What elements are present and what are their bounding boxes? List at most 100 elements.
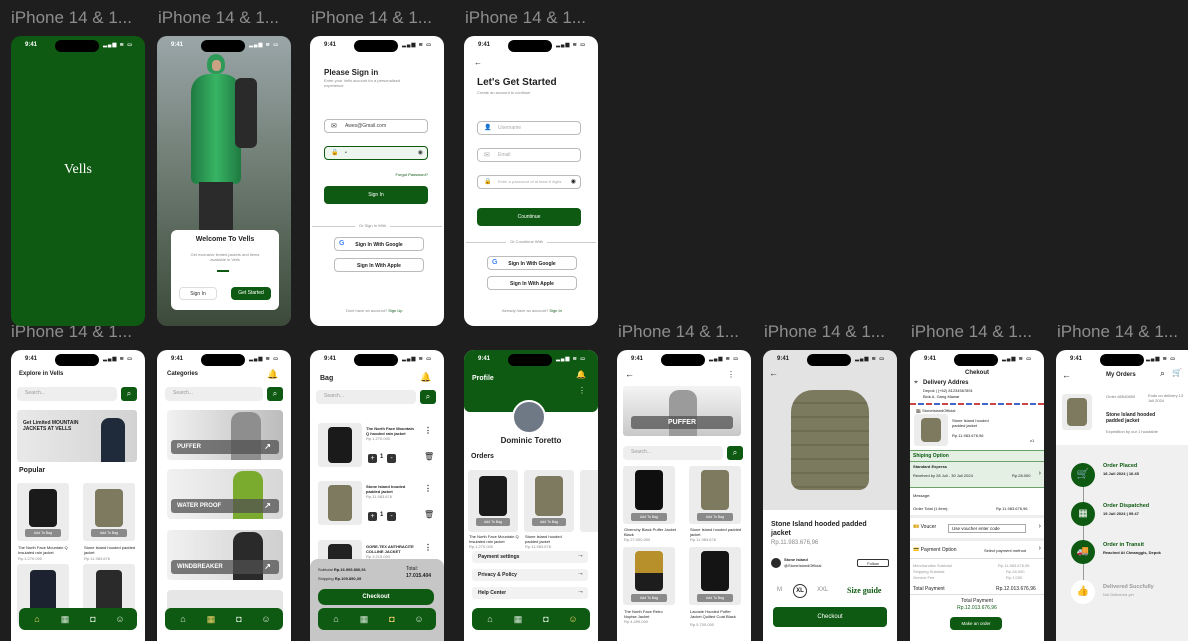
profile-icon[interactable]: ☺ (567, 613, 579, 625)
bag-icon[interactable]: ◘ (386, 613, 398, 625)
add-to-bag-button[interactable]: Add To Bag (532, 518, 566, 526)
username-field[interactable]: 👤 Username (477, 121, 581, 135)
avatar[interactable] (512, 400, 546, 434)
sign-in-button[interactable]: Sign In (324, 186, 428, 204)
back-arrow-icon[interactable]: ← (1062, 370, 1071, 380)
size-option-m[interactable]: M (777, 587, 782, 593)
sign-in-link[interactable]: Sign In (549, 308, 561, 313)
more-icon[interactable]: ⋮ (424, 484, 432, 493)
back-arrow-icon[interactable]: ← (474, 58, 482, 67)
google-sign-in-button[interactable]: G Sign In With Google (334, 237, 424, 251)
sign-in-button[interactable]: Sign In (179, 287, 217, 300)
menu-privacy-policy[interactable]: Privacy & Policy → (472, 569, 588, 581)
trash-icon[interactable]: 🗑 (424, 510, 434, 519)
order-card[interactable]: Add To Bag (524, 470, 574, 532)
make-order-button[interactable]: Make an order (950, 617, 1002, 630)
search-input[interactable]: Search... (165, 387, 263, 401)
get-started-button[interactable]: Get Started (231, 287, 271, 300)
plus-button[interactable]: + (368, 454, 377, 463)
grid-icon[interactable]: ▦ (358, 613, 370, 625)
more-icon[interactable]: ⋮ (578, 386, 586, 395)
google-sign-in-button[interactable]: G Sign In With Google (487, 256, 577, 270)
back-arrow-icon[interactable]: ← (769, 368, 778, 378)
grid-icon[interactable]: ▦ (512, 613, 524, 625)
email-field[interactable]: ✉ Email (477, 148, 581, 162)
product-price: Rp.1.270.000 (18, 556, 43, 561)
add-to-bag-button[interactable]: Add To Bag (631, 594, 667, 602)
plus-button[interactable]: + (368, 512, 377, 521)
follow-button[interactable]: Follow (857, 559, 889, 567)
promo-banner[interactable]: Get Limited MOUNTAIN JACKETS AT VELLS (17, 410, 137, 462)
size-option-xxl[interactable]: XXL (817, 587, 828, 593)
profile-icon[interactable]: ☺ (114, 613, 126, 625)
eye-icon[interactable]: ◉ (571, 178, 576, 185)
bag-icon[interactable]: ◘ (87, 613, 99, 625)
checkout-button[interactable]: Checkout (773, 607, 887, 627)
add-to-bag-button[interactable]: Add To Bag (631, 513, 667, 521)
profile-icon[interactable]: ☺ (413, 613, 425, 625)
add-to-bag-button[interactable]: Add To Bag (91, 529, 127, 537)
checkout-button[interactable]: Checkout (318, 589, 434, 605)
email-field[interactable]: ✉ Awes@Gmail.com (324, 119, 428, 133)
profile-icon[interactable]: ☺ (260, 613, 272, 625)
product-card[interactable]: Add To Bag (689, 466, 741, 524)
password-field[interactable]: 🔒 • ◉ (324, 146, 428, 160)
search-input[interactable]: Search... (316, 390, 416, 404)
order-card[interactable] (580, 470, 598, 532)
bell-icon[interactable]: 🔔 (420, 372, 431, 383)
shipping-option[interactable]: Shiping Option Standard Express Received… (910, 450, 1044, 488)
search-input[interactable]: Search... (17, 387, 117, 401)
product-card[interactable]: Add To Bag (689, 547, 741, 605)
add-to-bag-button[interactable]: Add To Bag (697, 513, 733, 521)
home-icon[interactable]: ⌂ (484, 613, 496, 625)
category-card-waterproof[interactable]: WATER PROOF ↗ (167, 469, 283, 519)
product-card[interactable]: Add To Bag (83, 483, 135, 541)
product-card[interactable]: Add To Bag (623, 547, 675, 605)
grid-icon[interactable]: ▦ (205, 613, 217, 625)
bell-icon[interactable]: 🔔 (267, 369, 278, 380)
password-field[interactable]: 🔒 Enter a password of at least 8 digits ◉ (477, 175, 581, 189)
more-icon[interactable]: ⋮ (424, 543, 432, 552)
home-icon[interactable]: ⌂ (177, 613, 189, 625)
order-card[interactable]: Add To Bag (468, 470, 518, 532)
size-option-xl[interactable]: XL (793, 584, 807, 598)
search-icon[interactable]: ⌕ (267, 387, 283, 401)
voucher-input[interactable]: Use voucher enter code (948, 524, 1026, 533)
back-arrow-icon[interactable]: ← (625, 369, 634, 379)
eye-icon[interactable]: ◉ (418, 149, 423, 156)
forgot-password-link[interactable]: Forgot Password? (396, 172, 428, 177)
bell-icon[interactable]: 🔔 (576, 370, 586, 379)
more-icon[interactable]: ⋮ (727, 370, 735, 379)
search-icon[interactable]: ⌕ (420, 390, 436, 404)
menu-help-center[interactable]: Help Center → (472, 587, 588, 599)
menu-payment-settings[interactable]: Payment settings → (472, 551, 588, 563)
home-icon[interactable]: ⌂ (31, 613, 43, 625)
continue-button[interactable]: Countinue (477, 208, 581, 226)
more-icon[interactable]: ⋮ (424, 426, 432, 435)
product-card[interactable]: Add To Bag (623, 466, 675, 524)
category-card-puffer[interactable]: PUFFER ↗ (167, 410, 283, 460)
bag-icon[interactable]: ◘ (540, 613, 552, 625)
home-icon[interactable]: ⌂ (330, 613, 342, 625)
minus-button[interactable]: - (387, 454, 396, 463)
payment-select-link[interactable]: Select payment method (984, 548, 1026, 553)
trash-icon[interactable]: 🗑 (424, 452, 434, 461)
search-input[interactable]: Search... (623, 446, 723, 460)
apple-sign-in-button[interactable]: Sign In With Apple (487, 276, 577, 290)
apple-sign-in-button[interactable]: Sign In With Apple (334, 258, 424, 272)
product-card[interactable]: Add To Bag (17, 483, 69, 541)
add-to-bag-button[interactable]: Add To Bag (476, 518, 510, 526)
minus-button[interactable]: - (387, 512, 396, 521)
search-icon[interactable]: ⌕ (121, 387, 137, 401)
category-card-windbreaker[interactable]: WINDBREAKER ↗ (167, 530, 283, 580)
bag-icon[interactable]: ◘ (233, 613, 245, 625)
search-icon[interactable]: ⌕ (727, 446, 743, 460)
size-guide-link[interactable]: Size guide (847, 586, 881, 595)
add-to-bag-button[interactable]: Add To Bag (25, 529, 61, 537)
sign-up-link[interactable]: Sign Up (388, 308, 402, 313)
grid-icon[interactable]: ▦ (59, 613, 71, 625)
product-image (701, 470, 729, 510)
search-icon[interactable]: ⌕ (1160, 368, 1165, 379)
cart-icon[interactable]: 🛒 (1172, 368, 1182, 377)
add-to-bag-button[interactable]: Add To Bag (697, 594, 733, 602)
